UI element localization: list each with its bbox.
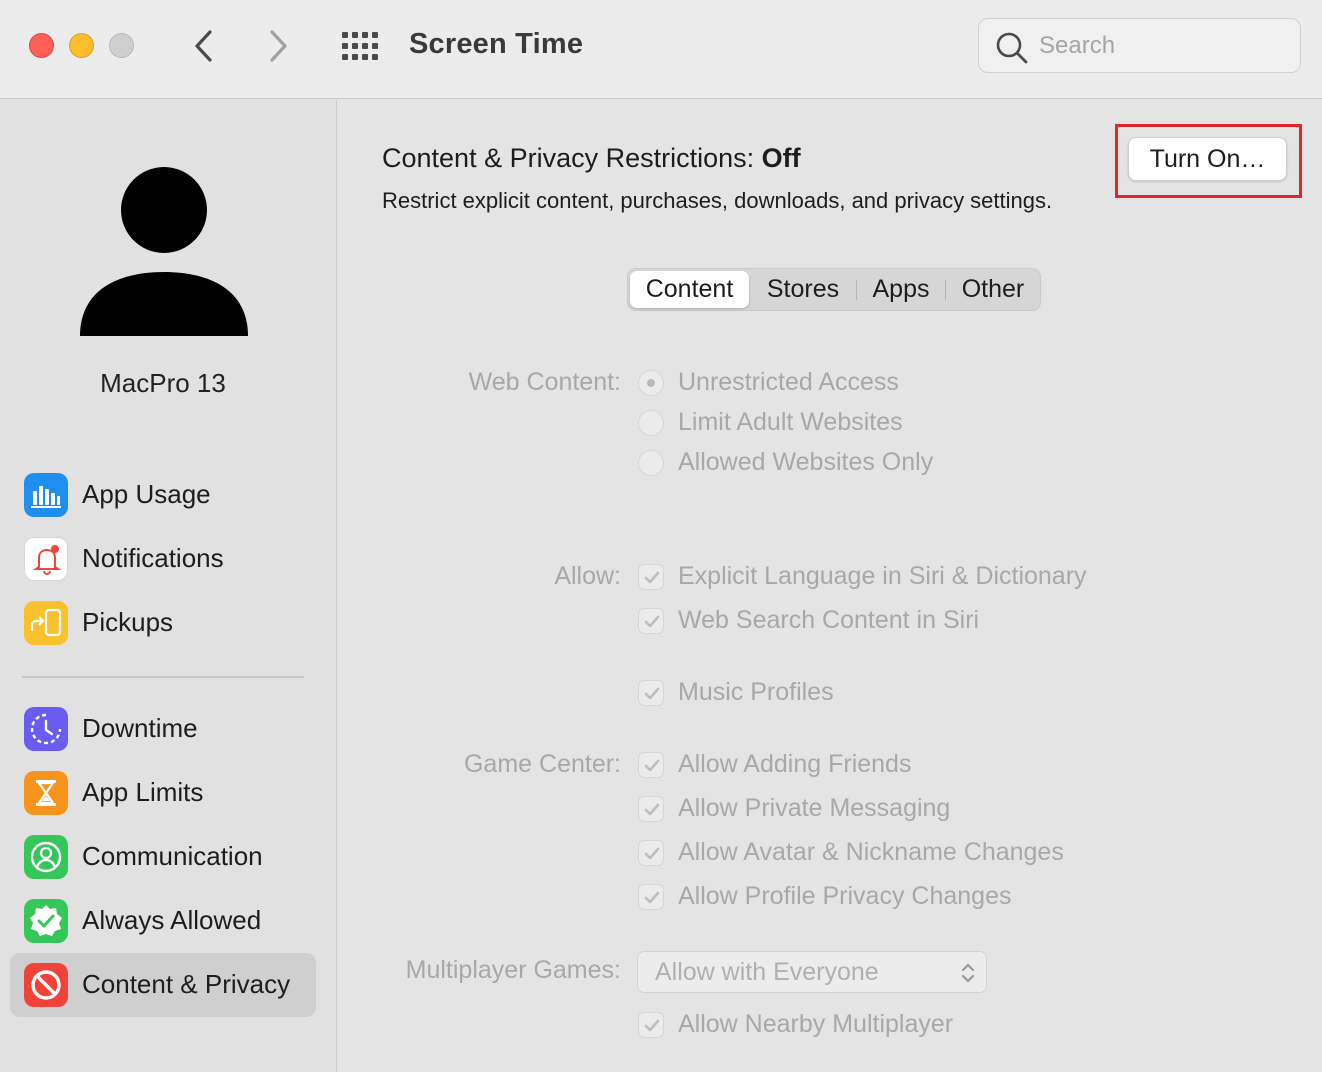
checkbox[interactable] [638, 680, 664, 706]
sidebar-item-label: Downtime [82, 713, 198, 743]
sidebar-item-label: Notifications [82, 543, 224, 573]
tab-stores[interactable]: Stores [751, 269, 855, 310]
checkmark-icon [644, 891, 660, 904]
restrictions-status-value: Off [761, 143, 801, 173]
sidebar-item-communication[interactable]: Communication [10, 825, 316, 889]
check-badge-icon [24, 899, 68, 943]
checkbox[interactable] [638, 840, 664, 866]
sidebar-item-content-privacy[interactable]: Content & Privacy [10, 953, 316, 1017]
web-content-label: Web Content: [468, 368, 621, 396]
sidebar-item-pickups[interactable]: Pickups [10, 591, 316, 655]
option-label: Allow Profile Privacy Changes [678, 882, 1012, 910]
sidebar: MacPro 13 App Usage Notifications Pickup… [0, 100, 337, 1072]
restrictions-status-label: Content & Privacy Restrictions: [382, 143, 755, 173]
search-field[interactable] [978, 18, 1301, 73]
option-label: Limit Adult Websites [678, 408, 903, 436]
option-label: Music Profiles [678, 678, 834, 706]
tab-content[interactable]: Content [630, 271, 749, 308]
select-value: Allow with Everyone [655, 958, 879, 986]
sidebar-item-app-usage[interactable]: App Usage [10, 463, 316, 527]
option-label: Explicit Language in Siri & Dictionary [678, 562, 1087, 590]
checkmark-icon [644, 759, 660, 772]
prohibited-icon [24, 963, 68, 1007]
sidebar-item-label: App Usage [82, 479, 211, 509]
checkmark-icon [644, 1019, 660, 1032]
radio-button[interactable] [638, 410, 664, 436]
show-all-button[interactable] [340, 30, 380, 62]
minimize-window-button[interactable] [69, 33, 94, 58]
zoom-window-button[interactable] [109, 33, 134, 58]
window-title: Screen Time [409, 28, 584, 60]
chevron-up-down-icon [961, 963, 975, 983]
sidebar-item-label: Pickups [82, 607, 174, 637]
chevron-left-icon [195, 30, 212, 62]
radio-button[interactable] [638, 450, 664, 476]
option-label: Allow Adding Friends [678, 750, 912, 778]
checkbox[interactable] [638, 752, 664, 778]
sidebar-item-notifications[interactable]: Notifications [10, 527, 316, 591]
checkbox[interactable] [638, 884, 664, 910]
title-bar: Screen Time [0, 0, 1322, 99]
search-input[interactable] [1039, 29, 1279, 63]
multiplayer-games-label: Multiplayer Games: [405, 956, 621, 984]
sidebar-item-label: Always Allowed [82, 905, 262, 935]
restrictions-description: Restrict explicit content, purchases, do… [382, 188, 1053, 213]
back-button[interactable] [186, 26, 222, 66]
user-avatar-icon [80, 167, 248, 336]
sidebar-item-label: Content & Privacy [82, 969, 291, 999]
tab-other[interactable]: Other [946, 269, 1040, 310]
option-label: Allow Nearby Multiplayer [678, 1010, 954, 1038]
checkmark-icon [644, 803, 660, 816]
checkmark-icon [644, 847, 660, 860]
pickup-phone-icon [24, 601, 68, 645]
multiplayer-games-select[interactable]: Allow with Everyone [637, 951, 987, 993]
search-icon [996, 32, 1028, 64]
checkbox[interactable] [638, 608, 664, 634]
sidebar-item-app-limits[interactable]: App Limits [10, 761, 316, 825]
user-name: MacPro 13 [100, 368, 226, 398]
sidebar-item-always-allowed[interactable]: Always Allowed [10, 889, 316, 953]
option-label: Unrestricted Access [678, 368, 899, 396]
checkmark-icon [644, 571, 660, 584]
main-panel: Content & Privacy Restrictions: Off Rest… [338, 100, 1322, 1072]
moon-clock-icon [24, 707, 68, 751]
bar-chart-icon [24, 473, 68, 517]
turn-on-button[interactable]: Turn On… [1128, 137, 1287, 181]
checkmark-icon [644, 615, 660, 628]
sidebar-item-downtime[interactable]: Downtime [10, 697, 316, 761]
option-label: Allow Avatar & Nickname Changes [678, 838, 1064, 866]
sidebar-item-label: Communication [82, 841, 263, 871]
forward-button[interactable] [260, 26, 296, 66]
option-label: Allowed Websites Only [678, 448, 934, 476]
grid-icon [342, 32, 378, 60]
tab-bar: Content Stores Apps Other [627, 268, 1041, 311]
hourglass-icon [24, 771, 68, 815]
close-window-button[interactable] [29, 33, 54, 58]
restrictions-status: Content & Privacy Restrictions: Off [382, 143, 801, 174]
chevron-right-icon [270, 30, 287, 62]
option-label: Web Search Content in Siri [678, 606, 980, 634]
person-circle-icon [24, 835, 68, 879]
checkmark-icon [644, 687, 660, 700]
sidebar-divider [22, 676, 304, 678]
checkbox[interactable] [638, 796, 664, 822]
radio-button[interactable] [638, 370, 664, 396]
option-label: Allow Private Messaging [678, 794, 951, 822]
checkbox[interactable] [638, 564, 664, 590]
allow-label: Allow: [554, 562, 621, 590]
tab-apps[interactable]: Apps [857, 269, 945, 310]
checkbox[interactable] [638, 1012, 664, 1038]
sidebar-item-label: App Limits [82, 777, 204, 807]
game-center-label: Game Center: [463, 750, 621, 778]
bell-icon [24, 537, 68, 581]
